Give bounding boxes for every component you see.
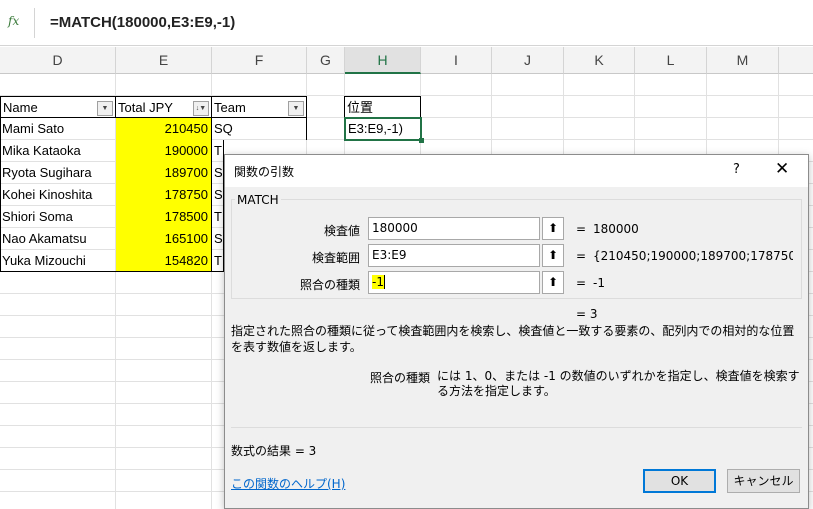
formula-input[interactable]: =MATCH(180000,E3:E9,-1) (50, 14, 235, 31)
dialog-divider (231, 427, 802, 428)
filter-dropdown-icon[interactable]: ▼ (97, 101, 113, 116)
column-header-d[interactable]: D (0, 47, 116, 74)
column-header-j[interactable]: J (492, 47, 564, 74)
dialog-titlebar[interactable]: 関数の引数 ? ✕ (225, 155, 808, 187)
match-type-input[interactable]: -1 (368, 271, 540, 294)
column-header-i[interactable]: I (421, 47, 492, 74)
table-border (0, 118, 212, 272)
equals-sign: = (576, 276, 587, 290)
lookup-value-result: 180000 (593, 222, 639, 236)
overall-result: = 3 (576, 307, 598, 321)
column-header-k[interactable]: K (564, 47, 635, 74)
function-help-link[interactable]: この関数のヘルプ(H) (231, 475, 345, 492)
table-border (211, 140, 224, 272)
column-header-l[interactable]: L (635, 47, 707, 74)
position-header-cell[interactable]: 位置 (344, 96, 421, 118)
team-cell[interactable]: SQ (212, 118, 307, 140)
fx-icon[interactable]: fx (8, 14, 24, 32)
column-header-h[interactable]: H (345, 47, 421, 74)
help-icon[interactable]: ? (733, 162, 740, 177)
function-arguments-dialog: 関数の引数 ? ✕ MATCH 検査値 180000 ⬆ = 180000 検査… (224, 154, 809, 509)
equals-sign: = (576, 249, 587, 263)
filter-dropdown-icon[interactable]: ▼ (288, 101, 304, 116)
column-header-e[interactable]: E (116, 47, 212, 74)
close-icon[interactable]: ✕ (775, 159, 789, 179)
collapse-arrow-icon[interactable]: ⬆ (542, 271, 564, 294)
ok-button[interactable]: OK (643, 469, 716, 493)
lookup-value-input[interactable]: 180000 (368, 217, 540, 240)
column-header-f[interactable]: F (212, 47, 307, 74)
arg-label-match-type: 照合の種類 (299, 278, 360, 292)
function-description: 指定された照合の種類に従って検査範囲内を検索し、検査値と一致する要素の、配列内で… (231, 324, 795, 354)
header-name-label: Name (3, 100, 38, 115)
column-header-blank (779, 47, 813, 74)
column-header-g[interactable]: G (307, 47, 345, 74)
arg-description-text: には 1、0、または -1 の数値のいずれかを指定し、検査値を検索する方法を指定… (437, 369, 800, 398)
arg-label-lookup-array: 検査範囲 (311, 251, 360, 265)
lookup-array-input[interactable]: E3:E9 (368, 244, 540, 267)
lookup-array-result: {210450;190000;189700;178750;1 (593, 249, 793, 263)
cancel-button[interactable]: キャンセル (727, 469, 800, 493)
column-header-m[interactable]: M (707, 47, 779, 74)
match-type-value: -1 (372, 275, 384, 289)
function-name-label: MATCH (235, 193, 281, 207)
formula-bar-divider (34, 8, 35, 38)
active-cell-h3[interactable]: E3:E9,-1) (344, 117, 422, 141)
collapse-arrow-icon[interactable]: ⬆ (542, 244, 564, 267)
sort-filter-icon[interactable]: ↓▼ (193, 101, 209, 116)
dialog-title: 関数の引数 (234, 165, 295, 179)
header-total-cell[interactable]: Total JPY ↓▼ (115, 96, 212, 118)
header-team-cell[interactable]: Team ▼ (211, 96, 307, 118)
arg-label-lookup-value: 検査値 (323, 224, 360, 238)
formula-result: 数式の結果 = 3 (231, 444, 317, 458)
collapse-arrow-icon[interactable]: ⬆ (542, 217, 564, 240)
header-total-label: Total JPY (118, 100, 173, 115)
text-cursor (383, 275, 385, 289)
header-name-cell[interactable]: Name ▼ (0, 96, 116, 118)
arg-description-label: 照合の種類 (370, 371, 431, 385)
header-team-label: Team (214, 100, 246, 115)
fill-handle[interactable] (419, 138, 424, 143)
formula-bar: fx =MATCH(180000,E3:E9,-1) (0, 0, 813, 46)
equals-sign: = (576, 222, 587, 236)
match-type-result: -1 (593, 276, 605, 290)
